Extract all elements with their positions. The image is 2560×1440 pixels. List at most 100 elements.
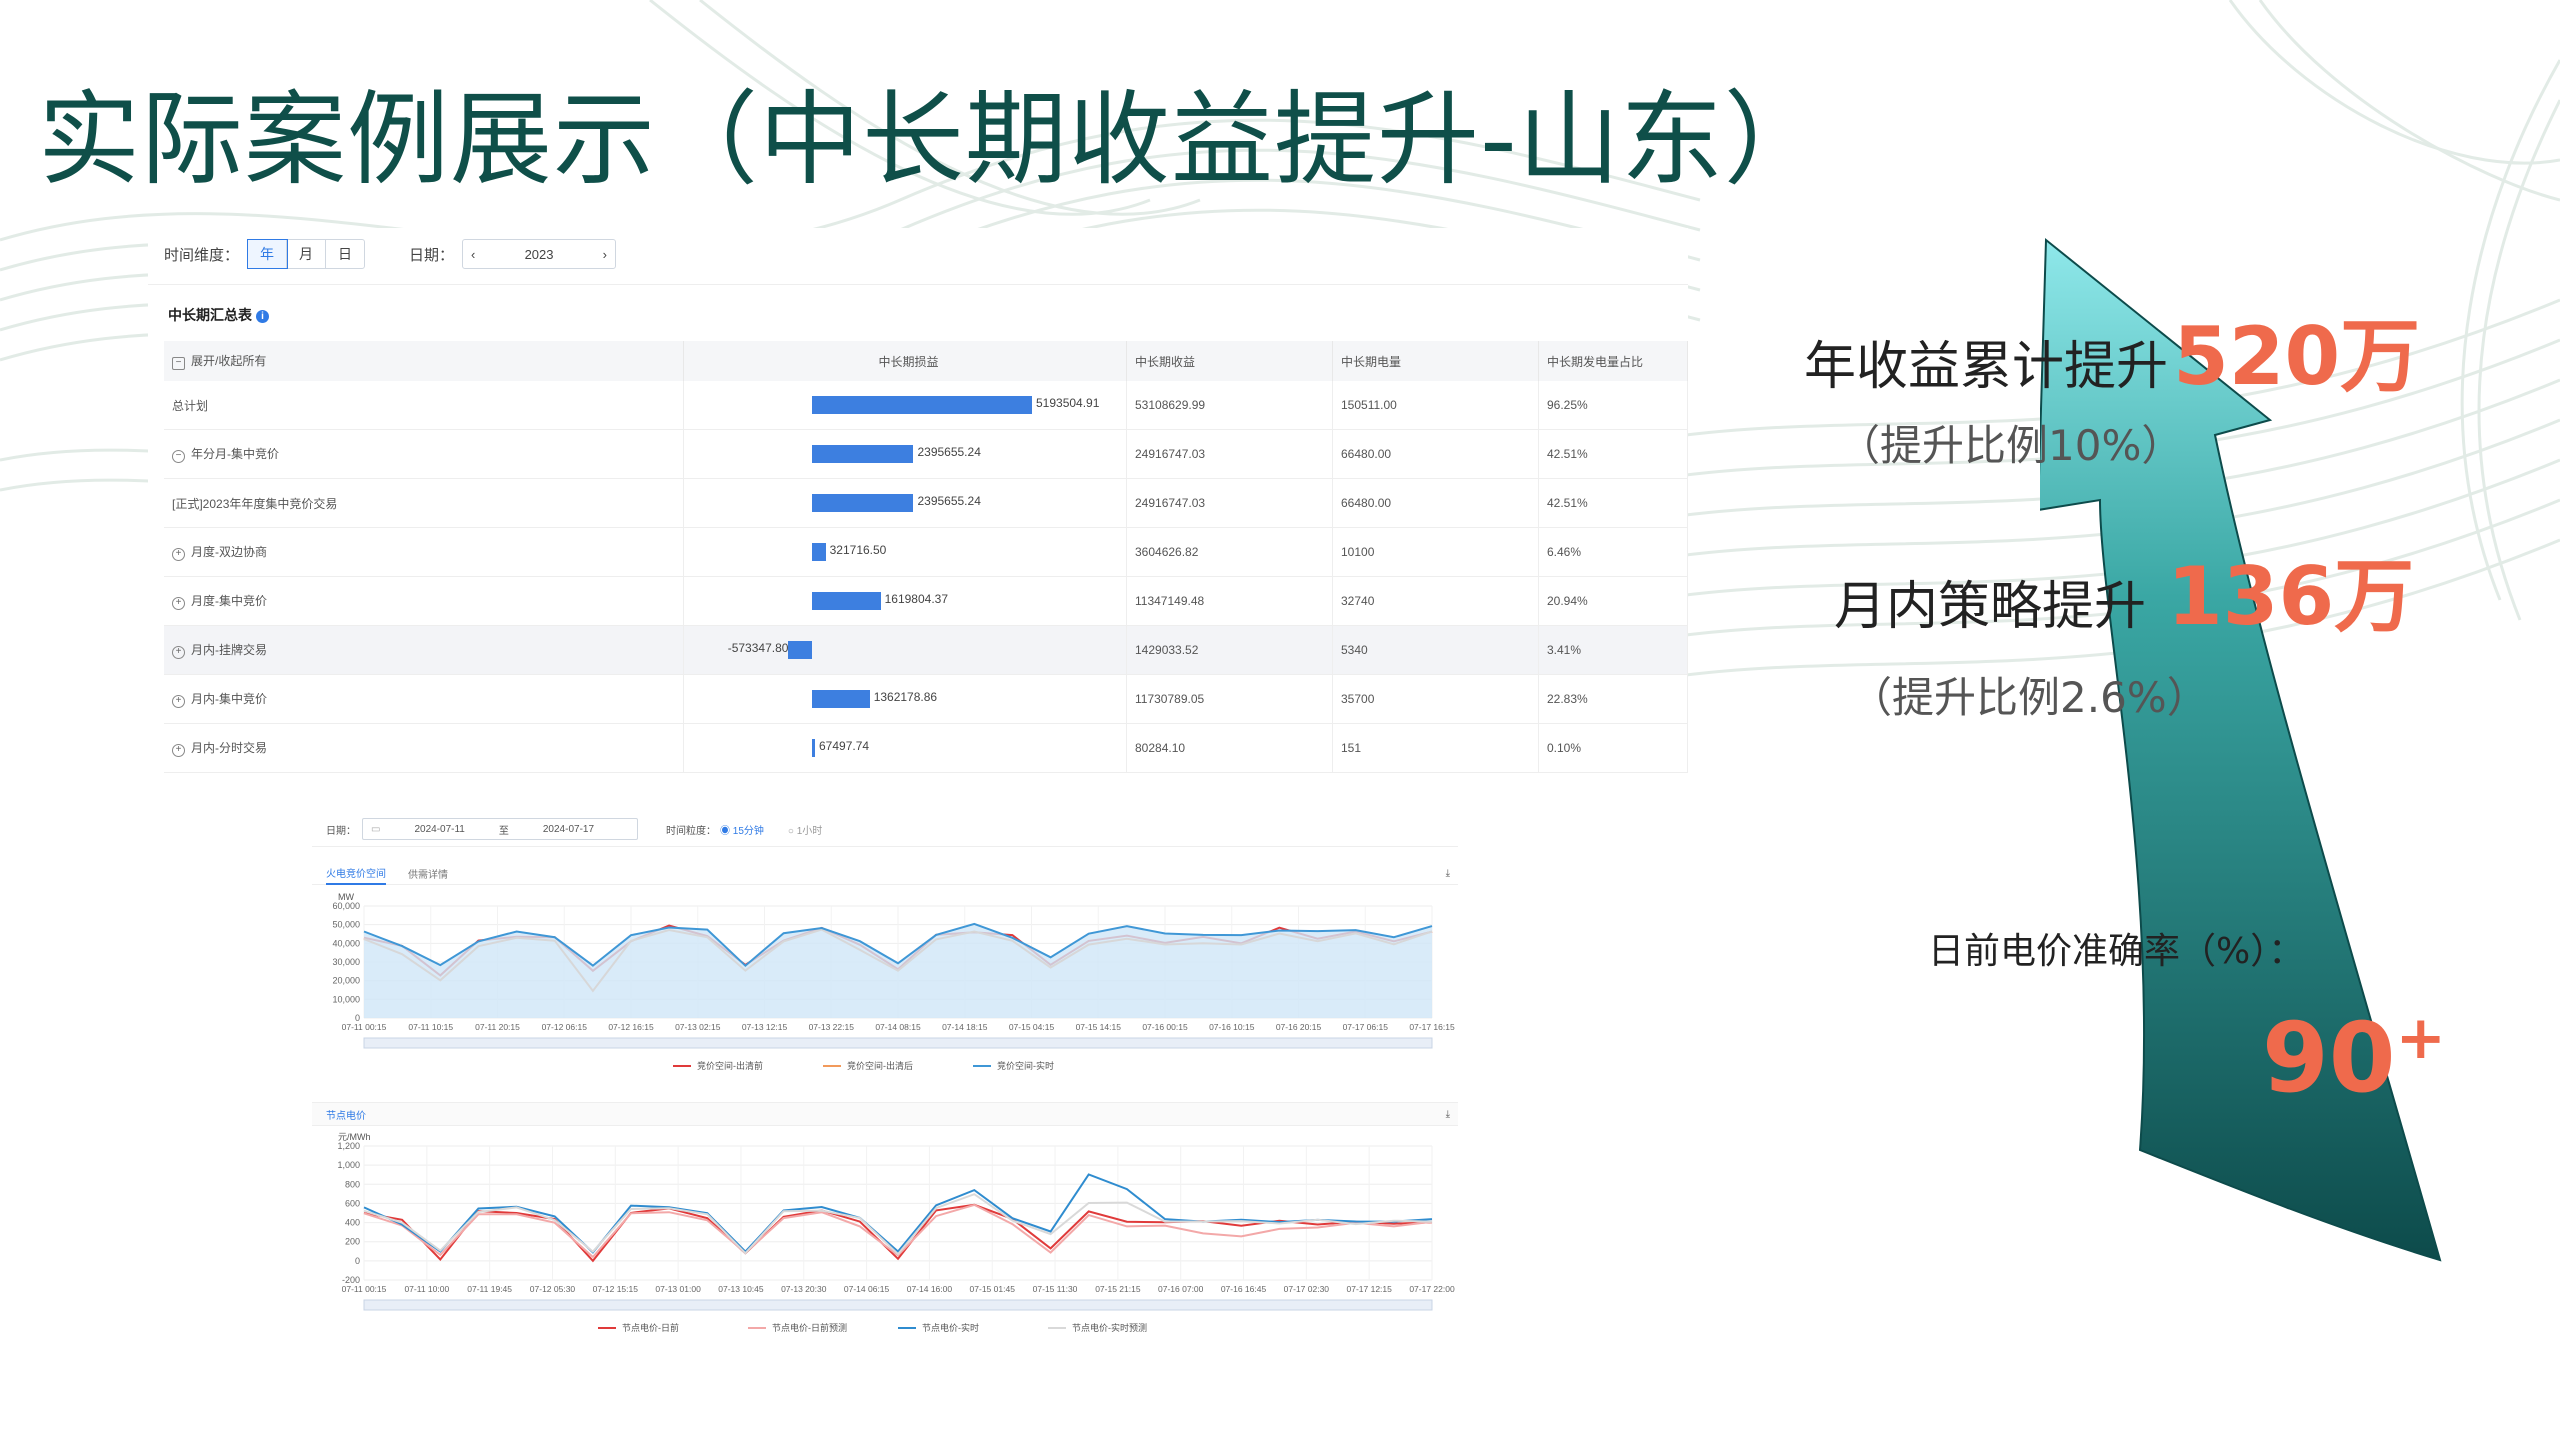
x-tick-label: 07-14 18:15 <box>942 1022 988 1032</box>
x-tick-label: 07-16 00:15 <box>1142 1022 1188 1032</box>
time-option-day[interactable]: 日 <box>326 240 364 268</box>
y-tick-label: 1,200 <box>337 1141 360 1151</box>
summary-table: − 展开/收起所有 中长期损益 中长期收益 中长期电量 中长期发电量占比 总计划 5… <box>164 341 1688 773</box>
row-income: 11730789.05 <box>1126 674 1333 724</box>
pl-bar <box>787 641 812 659</box>
row-ratio: 3.41% <box>1538 625 1688 675</box>
column-header-name[interactable]: − 展开/收起所有 <box>164 341 684 381</box>
legend-label: 竞价空间-实时 <box>997 1060 1054 1071</box>
table-row[interactable]: [正式]2023年年度集中竞价交易 2395655.24 24916747.03 66… <box>164 478 1688 528</box>
y-tick-label: 200 <box>345 1237 360 1247</box>
row-income: 3604626.82 <box>1126 527 1333 577</box>
tabs-top: 火电竞价空间 供需详情 ⤓ <box>312 862 1458 885</box>
pl-value: -573347.80 <box>727 641 789 655</box>
y-tick-label: 40,000 <box>332 938 360 948</box>
pl-bar <box>812 396 1032 414</box>
kpi-annual: 年收益累计提升 520万 <box>1804 292 2420 408</box>
pl-bar <box>812 445 914 463</box>
x-tick-label: 07-12 06:15 <box>542 1022 588 1032</box>
download-icon[interactable]: ⤓ <box>1446 868 1450 879</box>
info-icon[interactable]: i <box>256 310 269 323</box>
x-tick-label: 07-14 16:00 <box>907 1284 953 1294</box>
row-income: 53108629.99 <box>1126 381 1333 430</box>
x-tick-label: 07-14 08:15 <box>875 1022 921 1032</box>
radio-15min[interactable]: ◉ 15分钟 <box>720 822 764 837</box>
row-name-cell: + 月度-双边协商 <box>164 527 684 577</box>
x-tick-label: 07-17 12:15 <box>1346 1284 1392 1294</box>
row-ratio: 0.10% <box>1538 723 1688 773</box>
expand-icon[interactable]: + <box>172 695 185 708</box>
chevron-left-icon[interactable]: ‹ <box>471 247 475 262</box>
expand-icon[interactable]: + <box>172 744 185 757</box>
row-pl-cell: 5193504.91 <box>683 381 1127 430</box>
x-tick-label: 07-11 00:15 <box>342 1284 387 1294</box>
collapse-all-icon[interactable]: − <box>172 357 185 370</box>
download-icon-2[interactable]: ⤓ <box>1446 1109 1450 1120</box>
column-header-income: 中长期收益 <box>1126 341 1333 381</box>
x-tick-label: 07-13 20:30 <box>781 1284 827 1294</box>
table-row[interactable]: + 月内-分时交易 67497.74 80284.10 151 0.10% <box>164 723 1688 773</box>
row-pl-cell: 67497.74 <box>683 723 1127 773</box>
x-tick-label: 07-13 12:15 <box>742 1022 788 1032</box>
summary-title-text: 中长期汇总表 <box>168 307 252 323</box>
row-ratio: 42.51% <box>1538 429 1688 479</box>
pl-bar <box>812 543 826 561</box>
table-row[interactable]: + 月度-双边协商 321716.50 3604626.82 10100 6.46% <box>164 527 1688 577</box>
pl-bar <box>812 592 881 610</box>
y-tick-label: 60,000 <box>332 901 360 911</box>
row-name: 月度-集中竞价 <box>191 594 267 608</box>
pl-value: 1619804.37 <box>884 592 949 606</box>
pl-bar <box>812 690 870 708</box>
year-value: 2023 <box>524 246 554 262</box>
zoom-slider <box>363 1299 1433 1311</box>
table-row[interactable]: 总计划 5193504.91 53108629.99 150511.00 96.25% <box>164 381 1688 430</box>
date-from: 2024-07-11 <box>414 823 465 835</box>
bidding-space-chart: MW60,00050,00040,00030,00020,00010,00000… <box>332 892 1454 1071</box>
tab-bidding-space[interactable]: 火电竞价空间 <box>326 862 386 885</box>
zoom-slider <box>363 1037 1433 1049</box>
collapse-icon[interactable]: − <box>172 450 185 463</box>
time-option-month[interactable]: 月 <box>287 240 327 268</box>
legend-label: 竞价空间-出清前 <box>697 1060 763 1071</box>
x-tick-label: 07-16 16:45 <box>1221 1284 1267 1294</box>
legend-label: 节点电价-实时预测 <box>1072 1322 1147 1333</box>
row-ratio: 6.46% <box>1538 527 1688 577</box>
x-tick-label: 07-15 04:15 <box>1009 1022 1055 1032</box>
row-name: 月内-分时交易 <box>191 741 267 755</box>
y-tick-label: 50,000 <box>332 920 360 930</box>
x-tick-label: 07-17 22:00 <box>1409 1284 1455 1294</box>
x-tick-label: 07-15 11:30 <box>1033 1284 1078 1294</box>
accuracy-number: 90 <box>2262 1002 2396 1114</box>
row-energy: 66480.00 <box>1332 478 1539 528</box>
accuracy-value: 90+ <box>2262 1002 2446 1114</box>
table-row[interactable]: + 月内-挂牌交易 -573347.80 1429033.52 5340 3.41% <box>164 625 1688 675</box>
row-energy: 35700 <box>1332 674 1539 724</box>
chevron-right-icon[interactable]: › <box>603 247 607 262</box>
x-tick-label: 07-11 10:00 <box>404 1284 449 1294</box>
tab-node-price[interactable]: 节点电价 <box>326 1107 366 1122</box>
y-tick-label: 400 <box>345 1218 360 1228</box>
expand-icon[interactable]: + <box>172 597 185 610</box>
date-range-picker[interactable]: ▭ 2024-07-11 至 2024-07-17 <box>362 818 638 840</box>
row-name-cell: 总计划 <box>164 381 684 430</box>
row-income: 11347149.48 <box>1126 576 1333 626</box>
time-option-year[interactable]: 年 <box>247 239 289 269</box>
series-line <box>363 1203 1433 1259</box>
tab-supply-demand[interactable]: 供需详情 <box>408 866 448 881</box>
x-tick-label: 07-15 21:15 <box>1095 1284 1141 1294</box>
row-energy: 150511.00 <box>1332 381 1539 430</box>
table-row[interactable]: + 月内-集中竞价 1362178.86 11730789.05 35700 22.83% <box>164 674 1688 724</box>
row-energy: 5340 <box>1332 625 1539 675</box>
row-ratio: 96.25% <box>1538 381 1688 430</box>
table-row[interactable]: + 月度-集中竞价 1619804.37 11347149.48 32740 20.94% <box>164 576 1688 626</box>
tabs-bottom: 节点电价 ⤓ <box>312 1102 1458 1126</box>
expand-icon[interactable]: + <box>172 548 185 561</box>
year-picker[interactable]: ‹ 2023 › <box>462 239 617 269</box>
x-tick-label: 07-11 10:15 <box>408 1022 453 1032</box>
summary-title: 中长期汇总表 i <box>168 305 269 325</box>
y-tick-label: 20,000 <box>332 976 360 986</box>
expand-icon[interactable]: + <box>172 646 185 659</box>
table-row[interactable]: − 年分月-集中竞价 2395655.24 24916747.03 66480.00 42… <box>164 429 1688 479</box>
row-pl-cell: 321716.50 <box>683 527 1127 577</box>
radio-1h[interactable]: ○ 1小时 <box>788 822 822 837</box>
